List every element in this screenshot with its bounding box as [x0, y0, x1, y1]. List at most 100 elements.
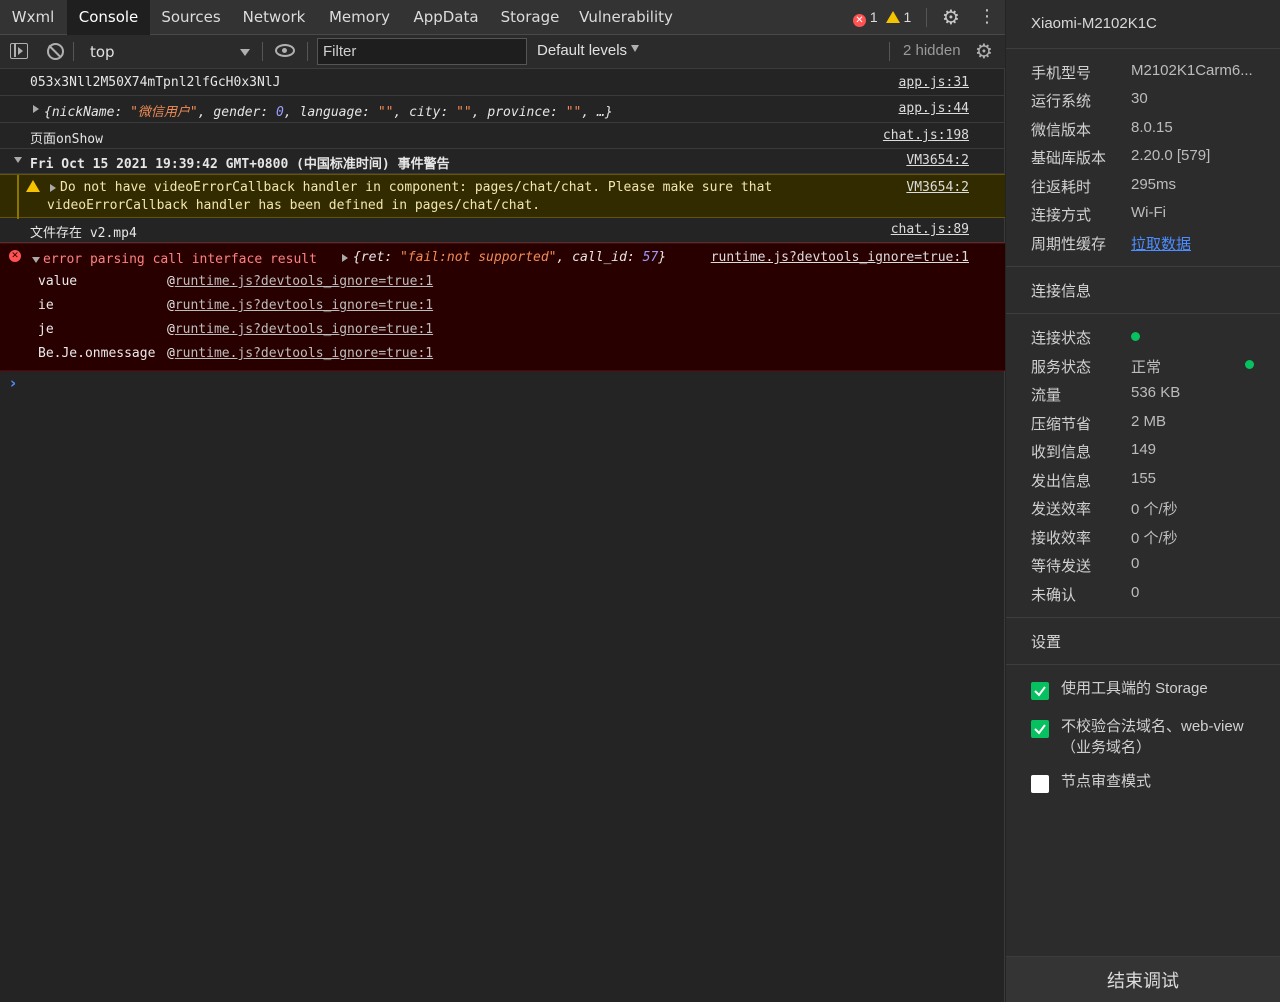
info-label: 周期性缓存 — [1031, 236, 1107, 253]
clear-console-icon[interactable] — [47, 43, 64, 60]
expand-arrow-icon[interactable] — [50, 184, 56, 192]
group-title: Fri Oct 15 2021 19:39:42 GMT+0800 (中国标准时… — [30, 157, 450, 172]
divider — [1006, 313, 1280, 314]
error-object-preview[interactable]: {ret: "fail:not supported", call_id: 57} — [353, 250, 666, 265]
skip-domain-check-label: 不校验合法域名、web-view（业务域名） — [1061, 718, 1244, 756]
source-link[interactable]: chat.js:89 — [891, 222, 969, 237]
info-label: 基础库版本 — [1031, 150, 1107, 167]
divider — [889, 42, 890, 61]
conn-label: 连接状态 — [1031, 330, 1092, 347]
divider — [1006, 48, 1280, 49]
warning-text-line2: videoErrorCallback handler has been defi… — [47, 198, 541, 213]
log-levels-select[interactable]: Default levels — [537, 42, 640, 59]
conn-value: 2 MB — [1131, 413, 1167, 430]
stack-fn: Be.Je.onmessage — [38, 346, 156, 361]
tab-console[interactable]: Console — [67, 0, 150, 35]
conn-value: 155 — [1131, 470, 1157, 487]
tab-vulnerability[interactable]: Vulnerability — [571, 0, 681, 35]
tab-wxml[interactable]: Wxml — [0, 0, 66, 35]
filter-input[interactable] — [317, 38, 527, 65]
console-group-row[interactable]: Fri Oct 15 2021 19:39:42 GMT+0800 (中国标准时… — [0, 149, 1005, 174]
divider — [1006, 664, 1280, 665]
conn-label: 压缩节省 — [1031, 416, 1092, 433]
skip-domain-check-checkbox[interactable] — [1031, 720, 1049, 738]
info-label: 往返耗时 — [1031, 179, 1092, 196]
settings-gear-icon[interactable]: ⚙ — [940, 6, 962, 28]
divider — [926, 8, 927, 27]
warning-count: 1 — [903, 9, 912, 25]
chevron-down-icon — [631, 45, 640, 52]
collapse-arrow-icon[interactable] — [14, 157, 22, 163]
storage-checkbox[interactable] — [1031, 682, 1049, 700]
tab-sources[interactable]: Sources — [151, 0, 231, 35]
source-link[interactable]: runtime.js?devtools_ignore=true:1 — [711, 250, 969, 265]
node-inspect-checkbox[interactable] — [1031, 775, 1049, 793]
stack-link[interactable]: runtime.js?devtools_ignore=true:1 — [175, 322, 433, 337]
expand-arrow-icon[interactable] — [33, 105, 39, 113]
pull-data-link[interactable]: 拉取数据 — [1131, 233, 1191, 254]
stack-fn: ie — [38, 298, 54, 313]
conn-label: 发送效率 — [1031, 501, 1092, 518]
divider — [307, 42, 308, 61]
prompt-chevron-icon: › — [10, 374, 17, 392]
conn-value: 149 — [1131, 441, 1157, 458]
collapse-arrow-icon[interactable] — [32, 257, 40, 263]
stack-link[interactable]: runtime.js?devtools_ignore=true:1 — [175, 346, 433, 361]
console-log-row: 页面onShow chat.js:198 — [0, 123, 1005, 149]
info-value: M2102K1Carm6... — [1131, 62, 1253, 79]
checkmark-icon — [1034, 686, 1046, 697]
context-select[interactable]: top — [80, 41, 254, 63]
eye-icon[interactable] — [275, 44, 295, 57]
console-log-row: 053x3Nll2M50X74mTpnl2lfGcH0x3NlJ app.js:… — [0, 69, 1005, 96]
devtools-panel: Wxml Console Sources Network Memory AppD… — [0, 0, 1005, 1002]
console-prompt[interactable]: › — [0, 372, 1005, 396]
device-name: Xiaomi-M2102K1C — [1031, 15, 1157, 32]
stack-frame: je @runtime.js?devtools_ignore=true:1 — [38, 322, 434, 337]
conn-value: 536 KB — [1131, 384, 1181, 401]
info-value: 30 — [1131, 90, 1148, 107]
stack-frame: ie @runtime.js?devtools_ignore=true:1 — [38, 298, 434, 313]
info-label: 连接方式 — [1031, 207, 1092, 224]
conn-label: 收到信息 — [1031, 444, 1092, 461]
more-menu-icon[interactable]: ⋮ — [978, 6, 996, 28]
tab-appdata[interactable]: AppData — [403, 0, 489, 35]
storage-checkbox-label: 使用工具端的 Storage — [1061, 680, 1208, 697]
console-toolbar: top Default levels 2 hidden ⚙ — [0, 35, 1005, 69]
conn-value: 0 — [1131, 555, 1140, 572]
error-icon: ✕ — [9, 250, 21, 262]
stack-frame: Be.Je.onmessage @runtime.js?devtools_ign… — [38, 346, 434, 361]
source-link[interactable]: VM3654:2 — [906, 153, 969, 168]
conn-label: 发出信息 — [1031, 473, 1092, 490]
log-text: 文件存在 v2.mp4 — [30, 226, 137, 241]
sidebar-toggle-icon[interactable] — [10, 43, 28, 59]
source-link[interactable]: app.js:31 — [899, 75, 969, 90]
stack-fn: je — [38, 322, 54, 337]
expand-arrow-icon[interactable] — [342, 254, 348, 262]
info-label: 微信版本 — [1031, 122, 1092, 139]
source-link[interactable]: chat.js:198 — [883, 128, 969, 143]
conn-label: 流量 — [1031, 387, 1062, 404]
stack-link[interactable]: runtime.js?devtools_ignore=true:1 — [175, 274, 433, 289]
stop-debugging-button[interactable]: 结束调试 — [1006, 956, 1280, 1002]
info-value: 8.0.15 — [1131, 119, 1173, 136]
divider — [73, 42, 74, 61]
stack-frame: value @runtime.js?devtools_ignore=true:1 — [38, 274, 434, 289]
conn-value: 0 个/秒 — [1131, 530, 1178, 547]
console-log-row: 文件存在 v2.mp4 chat.js:89 — [0, 218, 1005, 243]
log-levels-label: Default levels — [537, 42, 628, 59]
source-link[interactable]: VM3654:2 — [906, 180, 969, 195]
issue-counter[interactable]: ✕ 1 1 — [853, 9, 911, 27]
divider — [262, 42, 263, 61]
tab-network[interactable]: Network — [232, 0, 316, 35]
log-text: 页面onShow — [30, 132, 103, 147]
object-preview[interactable]: {nickName: "微信用户", gender: 0, language: … — [44, 101, 613, 120]
stack-link[interactable]: runtime.js?devtools_ignore=true:1 — [175, 298, 433, 313]
console-settings-gear-icon[interactable]: ⚙ — [975, 39, 993, 63]
conn-value: 0 — [1131, 584, 1140, 601]
error-message: error parsing call interface result — [43, 252, 317, 267]
source-link[interactable]: app.js:44 — [899, 101, 969, 116]
conn-label: 接收效率 — [1031, 530, 1092, 547]
warning-text-line1: Do not have videoErrorCallback handler i… — [60, 180, 773, 195]
tab-memory[interactable]: Memory — [318, 0, 401, 35]
tab-storage[interactable]: Storage — [491, 0, 569, 35]
